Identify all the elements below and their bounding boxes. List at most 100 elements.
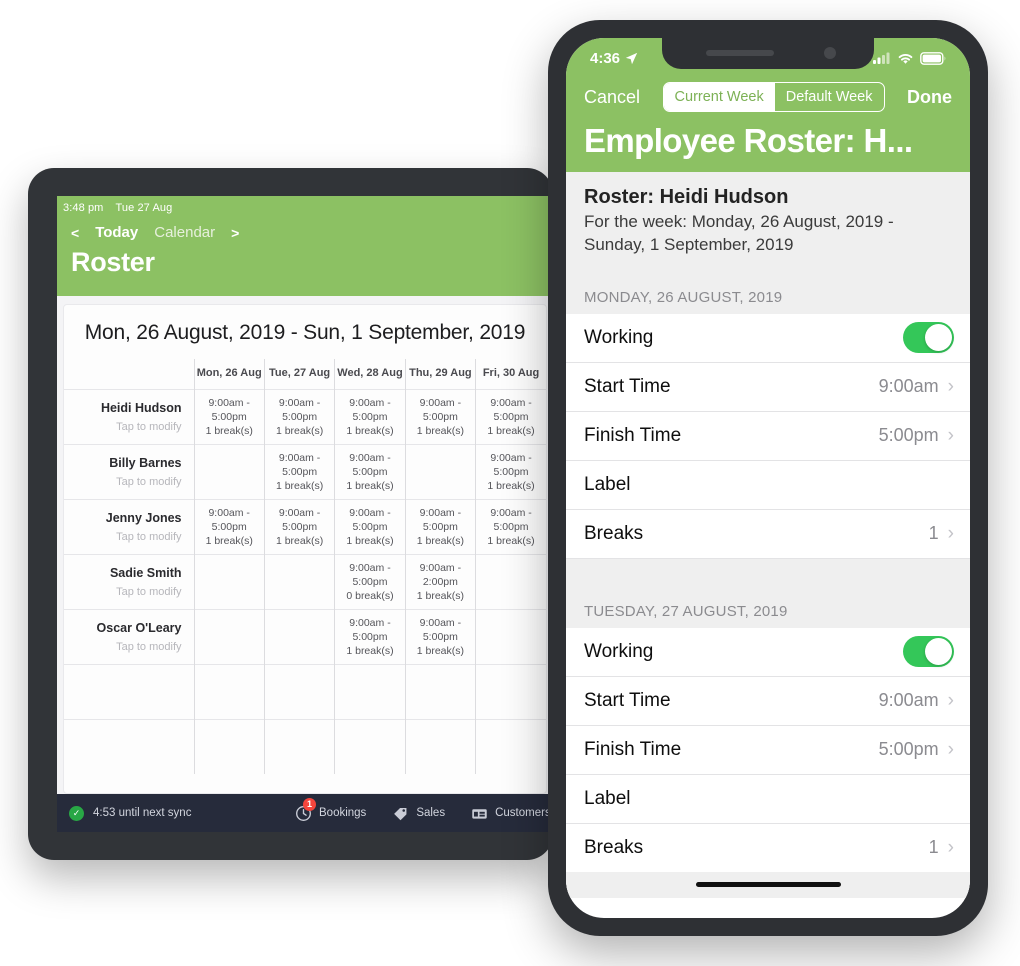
roster-employee-cell[interactable]: Billy Barnes Tap to modify	[64, 444, 194, 500]
roster-shift-cell[interactable]: 9:00am - 5:00pm 1 break(s)	[334, 389, 406, 445]
settings-row-start-time[interactable]: Start Time 9:00am ›	[566, 676, 970, 726]
settings-row-label: Finish Time	[584, 738, 682, 760]
toolbar-item-label: Sales	[416, 807, 446, 819]
roster-shift-cell[interactable]: 9:00am - 5:00pm 1 break(s)	[404, 609, 476, 665]
settings-row-value: 5:00pm	[878, 739, 939, 760]
roster-shift-cell[interactable]	[475, 664, 546, 720]
settings-row-label: Finish Time	[584, 424, 682, 446]
roster-shift-cell[interactable]	[475, 554, 546, 610]
roster-shift-cell[interactable]: 9:00am - 5:00pm 1 break(s)	[334, 609, 406, 665]
home-indicator[interactable]	[695, 882, 841, 888]
shift-breaks: 1 break(s)	[416, 535, 464, 548]
roster-employee-cell[interactable]: Heidi Hudson Tap to modify	[64, 389, 194, 445]
roster-row[interactable]: Jenny Jones Tap to modify 9:00am - 5:00pm 1…	[64, 499, 546, 555]
phone-status-time: 4:36	[590, 49, 621, 67]
roster-shift-cell[interactable]: 9:00am - 5:00pm 1 break(s)	[475, 444, 546, 500]
toolbar-item-sales[interactable]: Sales	[392, 805, 445, 822]
roster-row[interactable]	[64, 719, 546, 774]
settings-row-label[interactable]: Label	[566, 774, 970, 824]
settings-row-label[interactable]: Label	[566, 460, 970, 510]
cellular-signal-icon	[873, 52, 890, 64]
settings-row-label: Working	[584, 326, 654, 348]
roster-row[interactable]: Sadie Smith Tap to modify 9:00am - 5:00pm 0…	[64, 554, 546, 610]
roster-shift-cell[interactable]: 9:00am - 5:00pm 1 break(s)	[263, 389, 335, 445]
roster-shift-cell[interactable]	[404, 719, 476, 774]
roster-shift-cell[interactable]: 9:00am - 2:00pm 1 break(s)	[404, 554, 476, 610]
shift-breaks: 1 break(s)	[346, 645, 394, 658]
week-mode-segmented-control[interactable]: Current Week Default Week	[662, 82, 885, 112]
done-button[interactable]: Done	[907, 87, 952, 108]
roster-employee-cell[interactable]: Jenny Jones Tap to modify	[64, 499, 194, 555]
roster-shift-cell[interactable]: 9:00am - 5:00pm 1 break(s)	[334, 499, 406, 555]
sync-status: ✓ 4:53 until next sync	[57, 805, 269, 821]
roster-shift-cell[interactable]	[193, 719, 265, 774]
roster-shift-cell[interactable]: 9:00am - 5:00pm 0 break(s)	[334, 554, 406, 610]
roster-date-range: Mon, 26 August, 2019 - Sun, 1 September,…	[84, 321, 526, 344]
roster-shift-cell[interactable]	[263, 554, 335, 610]
employee-name: Billy Barnes	[109, 455, 182, 470]
roster-shift-cell[interactable]: 9:00am - 5:00pm 1 break(s)	[475, 389, 546, 445]
toolbar-item-bookings[interactable]: 1 Bookings	[295, 797, 366, 822]
tag-icon	[392, 805, 409, 822]
cancel-button[interactable]: Cancel	[584, 87, 640, 108]
working-toggle[interactable]	[903, 636, 954, 668]
roster-shift-cell[interactable]: 9:00am - 5:00pm 1 break(s)	[475, 499, 546, 555]
settings-row-finish-time[interactable]: Finish Time 5:00pm ›	[566, 411, 970, 461]
working-toggle[interactable]	[903, 322, 954, 354]
roster-shift-cell[interactable]	[404, 664, 476, 720]
settings-row-breaks[interactable]: Breaks 1 ›	[566, 509, 970, 559]
next-week-button[interactable]: >	[231, 225, 239, 241]
shift-breaks: 1 break(s)	[416, 590, 464, 603]
roster-shift-cell[interactable]	[263, 609, 335, 665]
roster-shift-cell[interactable]	[475, 609, 546, 665]
tablet-nav-row: < Today Calendar >	[57, 214, 553, 241]
employee-hint: Tap to modify	[116, 640, 182, 653]
roster-employee-cell[interactable]: Oscar O'Leary Tap to modify	[64, 609, 194, 665]
phone-nav-bar: Cancel Current Week Default Week Done	[566, 78, 970, 112]
settings-row-start-time[interactable]: Start Time 9:00am ›	[566, 362, 970, 412]
roster-shift-cell[interactable]: 9:00am - 5:00pm 1 break(s)	[193, 499, 265, 555]
roster-shift-cell[interactable]	[193, 554, 265, 610]
settings-row-value: 1	[928, 523, 939, 544]
roster-shift-cell[interactable]: 9:00am - 5:00pm 1 break(s)	[263, 444, 335, 500]
roster-shift-cell[interactable]	[475, 719, 546, 774]
settings-row-breaks[interactable]: Breaks 1 ›	[566, 823, 970, 872]
roster-info-subtitle: For the week: Monday, 26 August, 2019 - …	[584, 212, 894, 254]
roster-shift-cell[interactable]: 9:00am - 5:00pm 1 break(s)	[193, 389, 265, 445]
roster-shift-cell[interactable]	[404, 444, 476, 500]
roster-shift-cell[interactable]	[193, 664, 265, 720]
roster-shift-cell[interactable]	[263, 664, 335, 720]
roster-row[interactable]	[64, 664, 546, 720]
shift-breaks: 1 break(s)	[346, 480, 394, 493]
roster-shift-cell[interactable]	[263, 719, 335, 774]
employee-name: Sadie Smith	[109, 565, 182, 580]
roster-employee-cell[interactable]	[64, 719, 194, 774]
roster-shift-cell[interactable]	[193, 609, 265, 665]
roster-row[interactable]: Oscar O'Leary Tap to modify 9:00am - 5:00p…	[64, 609, 546, 665]
prev-week-button[interactable]: <	[71, 225, 79, 241]
calendar-button[interactable]: Calendar	[154, 224, 215, 241]
roster-employee-cell[interactable]: Sadie Smith Tap to modify	[64, 554, 194, 610]
roster-shift-cell[interactable]: 9:00am - 5:00pm 1 break(s)	[263, 499, 335, 555]
toolbar-item-customers[interactable]: Customers	[471, 805, 551, 822]
roster-shift-cell[interactable]	[193, 444, 265, 500]
roster-row[interactable]: Billy Barnes Tap to modify 9:00am - 5:00pm…	[64, 444, 546, 500]
phone-content: Roster: Heidi Hudson For the week: Monda…	[566, 172, 970, 898]
roster-shift-cell[interactable]	[334, 664, 406, 720]
settings-row-working[interactable]: Working	[566, 313, 970, 363]
shift-breaks: 1 break(s)	[416, 645, 464, 658]
sync-status-text: 4:53 until next sync	[93, 807, 192, 819]
settings-row-working[interactable]: Working	[566, 627, 970, 677]
roster-shift-cell[interactable]: 9:00am - 5:00pm 1 break(s)	[404, 499, 476, 555]
segment-option-current[interactable]: Current Week	[663, 83, 775, 111]
segment-option-default[interactable]: Default Week	[775, 83, 884, 111]
today-button[interactable]: Today	[95, 224, 138, 241]
roster-shift-cell[interactable]: 9:00am - 5:00pm 1 break(s)	[404, 389, 476, 445]
roster-shift-cell[interactable]: 9:00am - 5:00pm 1 break(s)	[334, 444, 406, 500]
shift-time: 9:00am - 5:00pm	[208, 506, 250, 533]
shift-time: 9:00am - 5:00pm	[419, 396, 462, 423]
roster-shift-cell[interactable]	[334, 719, 406, 774]
roster-employee-cell[interactable]	[64, 664, 194, 720]
roster-row[interactable]: Heidi Hudson Tap to modify 9:00am - 5:00pm…	[64, 389, 546, 445]
settings-row-finish-time[interactable]: Finish Time 5:00pm ›	[566, 725, 970, 775]
